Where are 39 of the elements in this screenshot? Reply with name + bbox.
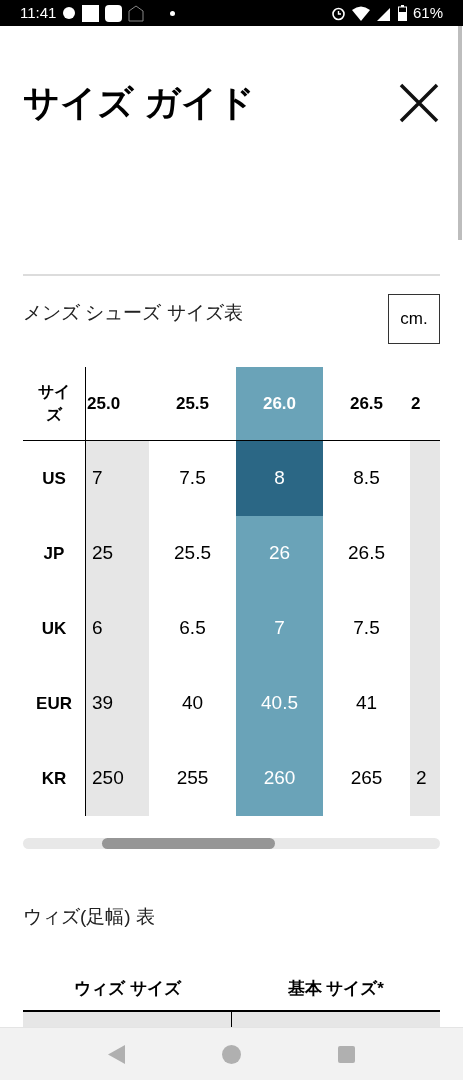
alarm-icon	[330, 5, 346, 21]
table-cell: 39	[86, 666, 149, 741]
table-corner-header: サイズ	[37, 382, 71, 425]
table-cell: 8	[236, 441, 323, 516]
page-title: サイズ ガイド	[23, 81, 255, 125]
table-cell: 6	[86, 591, 149, 666]
notification-icon	[62, 6, 77, 20]
recents-icon[interactable]	[337, 1045, 355, 1063]
row-header: KR	[41, 767, 67, 790]
square-icon	[82, 4, 100, 22]
status-time: 11:41	[20, 2, 57, 23]
table-cell: 25	[86, 516, 149, 591]
unit-button[interactable]: cm.	[388, 294, 440, 344]
square-icon	[105, 4, 123, 22]
wifi-icon	[351, 5, 370, 21]
column-header: ウィズ サイズ	[72, 977, 183, 1000]
table-cell: 250	[86, 741, 149, 816]
battery-percent: 61%	[412, 2, 443, 23]
table-cell: 2	[410, 741, 440, 816]
table-cell: 7	[236, 591, 323, 666]
dot-icon	[170, 10, 176, 16]
battery-icon	[397, 5, 407, 21]
row-header: US	[42, 467, 66, 490]
table-cell: 260	[236, 741, 323, 816]
row-header: UK	[41, 617, 67, 640]
scrollbar-thumb[interactable]	[102, 838, 275, 849]
home-icon[interactable]	[222, 1044, 241, 1064]
close-button[interactable]	[398, 82, 440, 124]
horizontal-scrollbar[interactable]	[23, 838, 440, 849]
store-icon	[128, 4, 145, 22]
table-cell: 40.5	[236, 666, 323, 741]
table-cell: 7	[86, 441, 149, 516]
row-header: EUR	[36, 692, 72, 715]
section-heading: メンズ シューズ サイズ表	[23, 301, 243, 325]
back-icon[interactable]	[108, 1044, 126, 1064]
row-header: JP	[43, 542, 65, 565]
column-header: 基本 サイズ*	[286, 977, 385, 1000]
table-cell: 26	[236, 516, 323, 591]
section-heading: ウィズ(足幅) 表	[23, 905, 156, 929]
